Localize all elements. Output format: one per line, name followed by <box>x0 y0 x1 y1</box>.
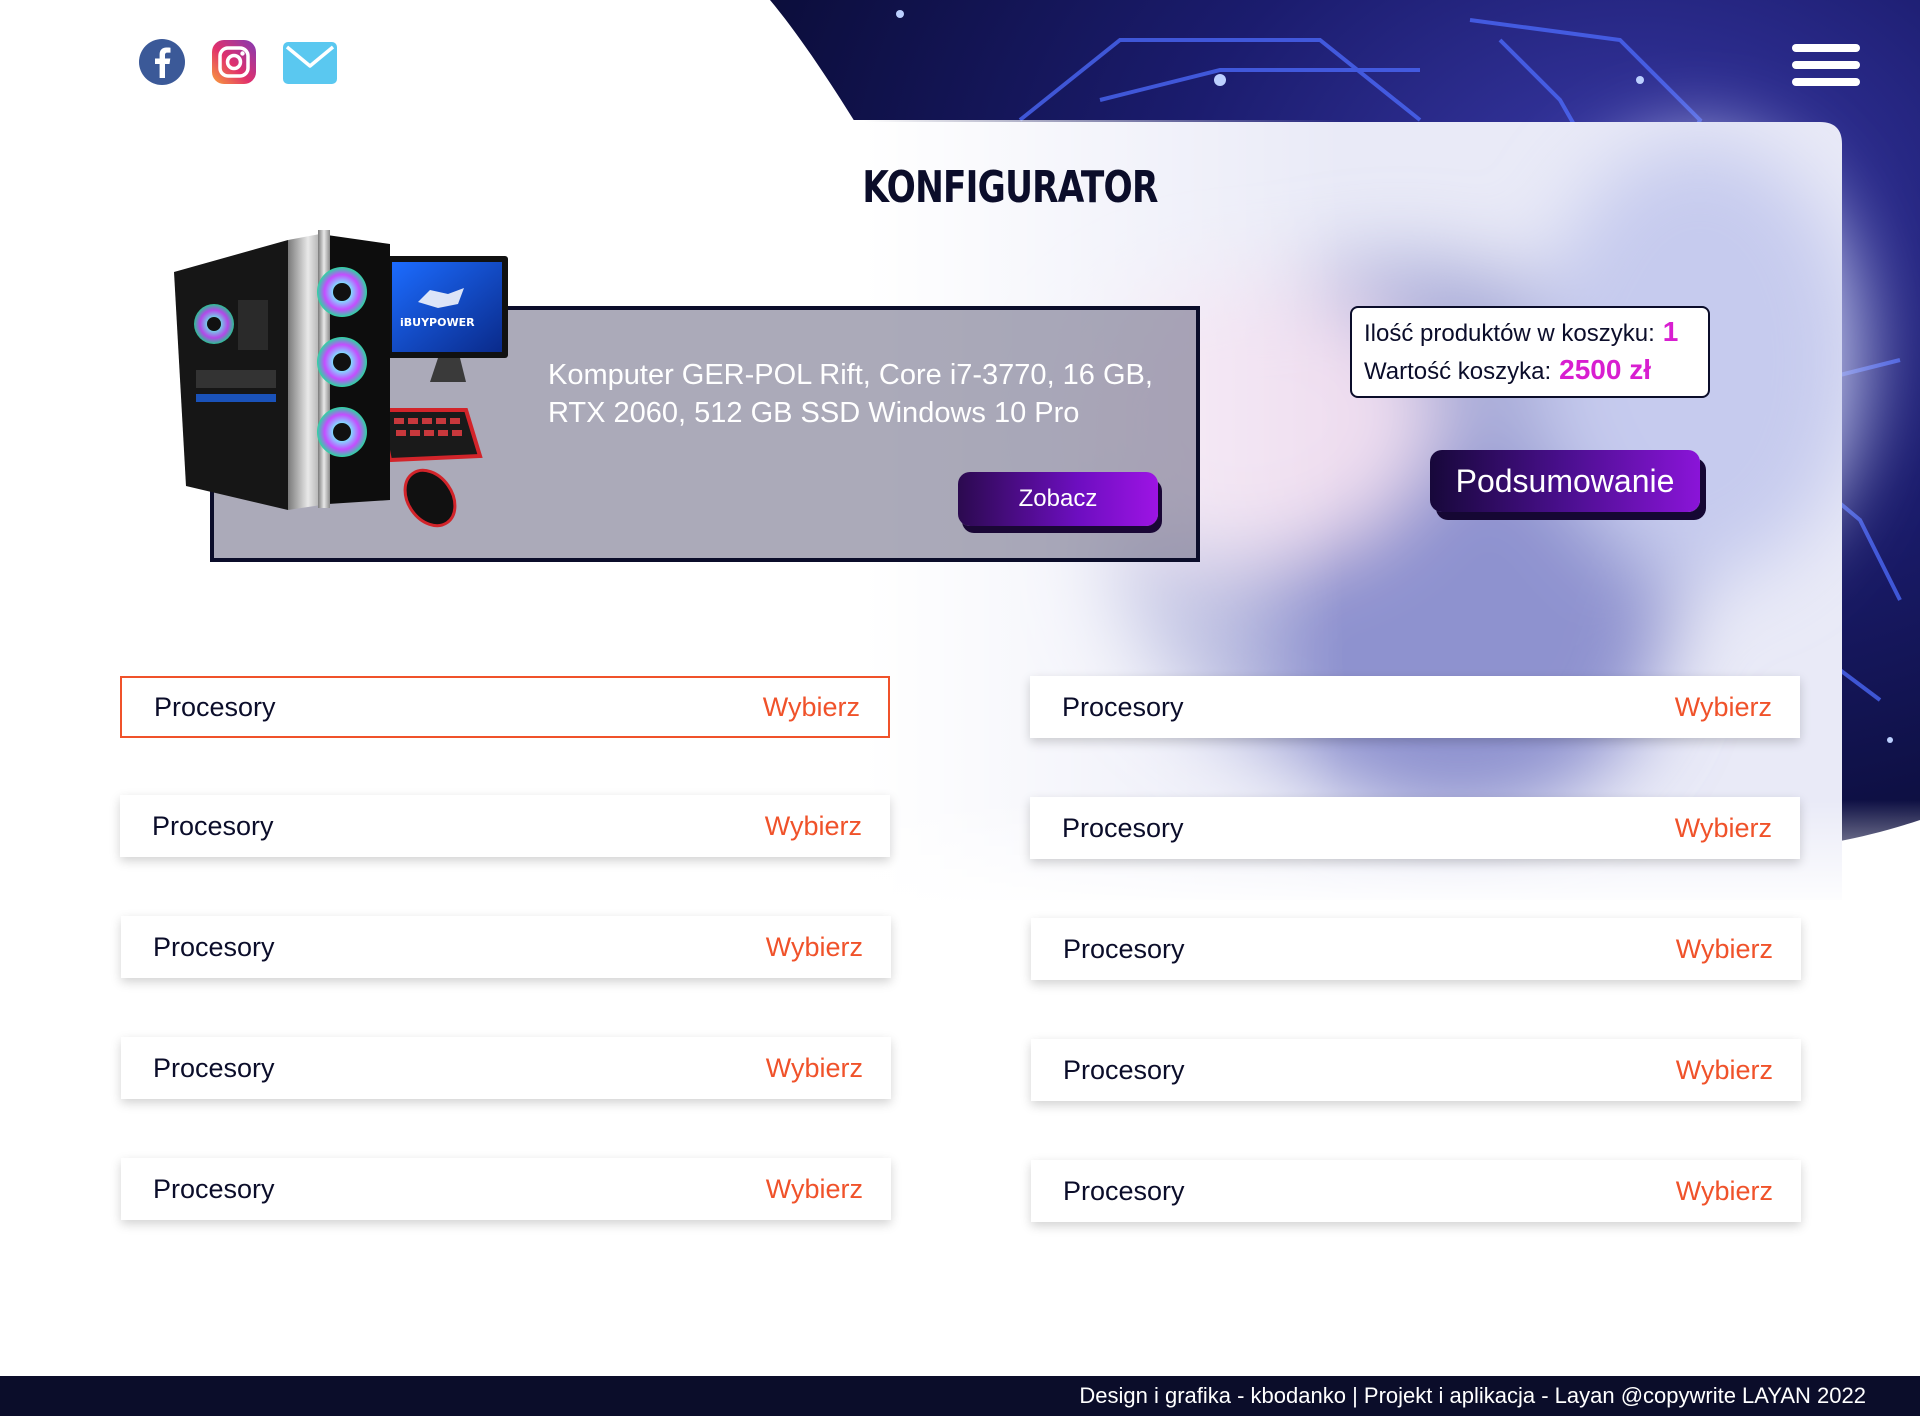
category-label: Procesory <box>1062 812 1184 843</box>
cart-count-line: Ilość produktów w koszyku: 1 <box>1364 316 1696 354</box>
category-label: Procesory <box>154 691 276 722</box>
cart-total-label: Wartość koszyka: <box>1364 358 1552 385</box>
cart-count-label: Ilość produktów w koszyku: <box>1364 320 1655 347</box>
menu-bar <box>1792 78 1860 86</box>
select-category-button[interactable]: Wybierz <box>1676 1176 1773 1207</box>
category-label: Procesory <box>1063 1054 1185 1085</box>
facebook-icon[interactable] <box>138 38 186 86</box>
gaming-pc-set-icon: iBUYPOWER <box>174 230 508 528</box>
category-row[interactable]: Procesory Wybierz <box>1030 797 1800 859</box>
footer: Design i grafika - kbodanko | Projekt i … <box>0 1376 1920 1416</box>
select-category-button[interactable]: Wybierz <box>763 692 860 723</box>
select-category-button[interactable]: Wybierz <box>1675 813 1772 844</box>
category-label: Procesory <box>153 931 275 962</box>
select-category-button[interactable]: Wybierz <box>1676 934 1773 965</box>
select-category-button[interactable]: Wybierz <box>765 811 862 842</box>
hamburger-menu-icon[interactable] <box>1792 44 1860 90</box>
mail-icon[interactable] <box>282 38 338 86</box>
category-row[interactable]: Procesory Wybierz <box>1031 918 1801 980</box>
category-label: Procesory <box>1063 933 1185 964</box>
category-row[interactable]: Procesory Wybierz <box>121 1158 891 1220</box>
category-row[interactable]: Procesory Wybierz <box>1030 676 1800 738</box>
menu-bar <box>1792 44 1860 52</box>
select-category-button[interactable]: Wybierz <box>1676 1055 1773 1086</box>
view-product-button[interactable]: Zobacz <box>958 472 1158 526</box>
cart-count-value: 1 <box>1662 316 1679 347</box>
select-category-button[interactable]: Wybierz <box>1675 692 1772 723</box>
category-label: Procesory <box>1062 691 1184 722</box>
category-row[interactable]: Procesory Wybierz <box>120 795 890 857</box>
page-title: KONFIGURATOR <box>862 162 1158 213</box>
cart-summary: Ilość produktów w koszyku: 1 Wartość kos… <box>1350 306 1710 398</box>
category-label: Procesory <box>1063 1175 1185 1206</box>
category-row[interactable]: Procesory Wybierz <box>1031 1160 1801 1222</box>
brand-logo-text: iBUYPOWER <box>400 316 475 329</box>
select-category-button[interactable]: Wybierz <box>766 1174 863 1205</box>
menu-bar <box>1792 61 1860 69</box>
social-links <box>138 38 338 86</box>
category-label: Procesory <box>153 1173 275 1204</box>
category-row[interactable]: Procesory Wybierz <box>121 916 891 978</box>
summary-button[interactable]: Podsumowanie <box>1430 450 1700 512</box>
category-row[interactable]: Procesory Wybierz <box>121 1037 891 1099</box>
category-label: Procesory <box>153 1052 275 1083</box>
category-row[interactable]: Procesory Wybierz <box>120 676 890 738</box>
category-label: Procesory <box>152 810 274 841</box>
category-row[interactable]: Procesory Wybierz <box>1031 1039 1801 1101</box>
cart-total-line: Wartość koszyka: 2500 zł <box>1364 354 1696 392</box>
instagram-icon[interactable] <box>210 38 258 86</box>
footer-credits: Design i grafika - kbodanko | Projekt i … <box>1079 1383 1866 1408</box>
featured-product-name: Komputer GER-POL Rift, Core i7-3770, 16 … <box>548 359 1153 429</box>
select-category-button[interactable]: Wybierz <box>766 1053 863 1084</box>
select-category-button[interactable]: Wybierz <box>766 932 863 963</box>
cart-total-value: 2500 zł <box>1559 354 1652 385</box>
